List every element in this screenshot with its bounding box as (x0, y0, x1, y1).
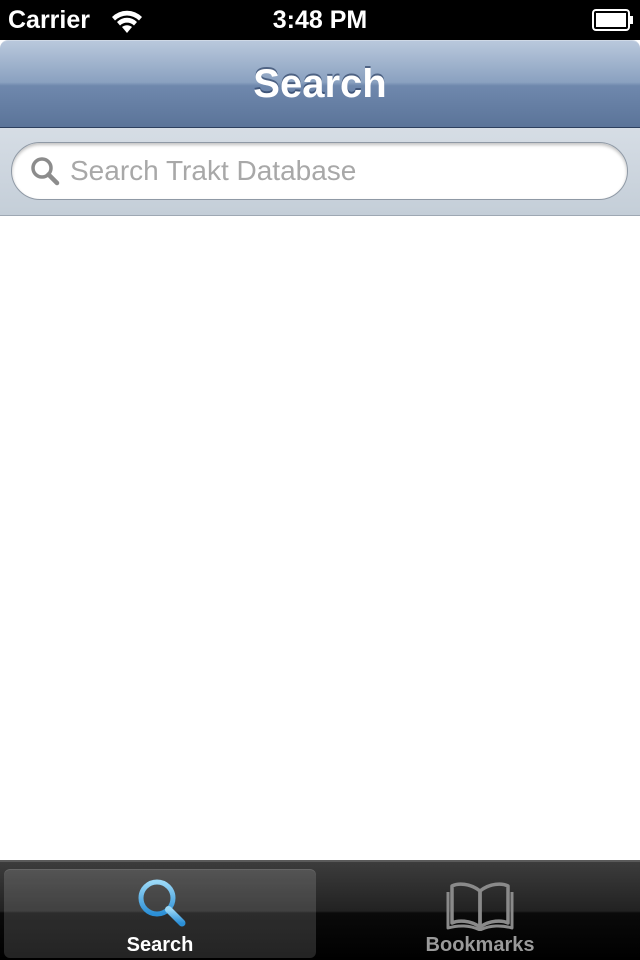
book-icon (446, 882, 514, 931)
status-time: 3:48 PM (272, 6, 368, 34)
navigation-bar: Search (0, 40, 640, 128)
search-icon (31, 157, 60, 186)
page-title: Search (253, 62, 387, 106)
battery-icon (592, 9, 633, 31)
tab-search[interactable]: Search (4, 869, 316, 958)
app-screen: Carrier 3:48 PM Search Search Trakt Data… (0, 0, 640, 960)
tab-search-label: Search (126, 934, 194, 956)
tab-bar: Search Bookmarks (0, 860, 640, 960)
tab-bookmarks-label: Bookmarks (425, 934, 535, 956)
search-input[interactable] (70, 143, 610, 199)
search-bar (0, 128, 640, 216)
search-field[interactable] (11, 142, 628, 200)
tab-bookmarks[interactable]: Bookmarks (324, 869, 636, 958)
magnifier-icon (138, 879, 186, 927)
status-bar: Carrier 3:48 PM (0, 0, 640, 40)
results-list[interactable] (0, 216, 640, 860)
